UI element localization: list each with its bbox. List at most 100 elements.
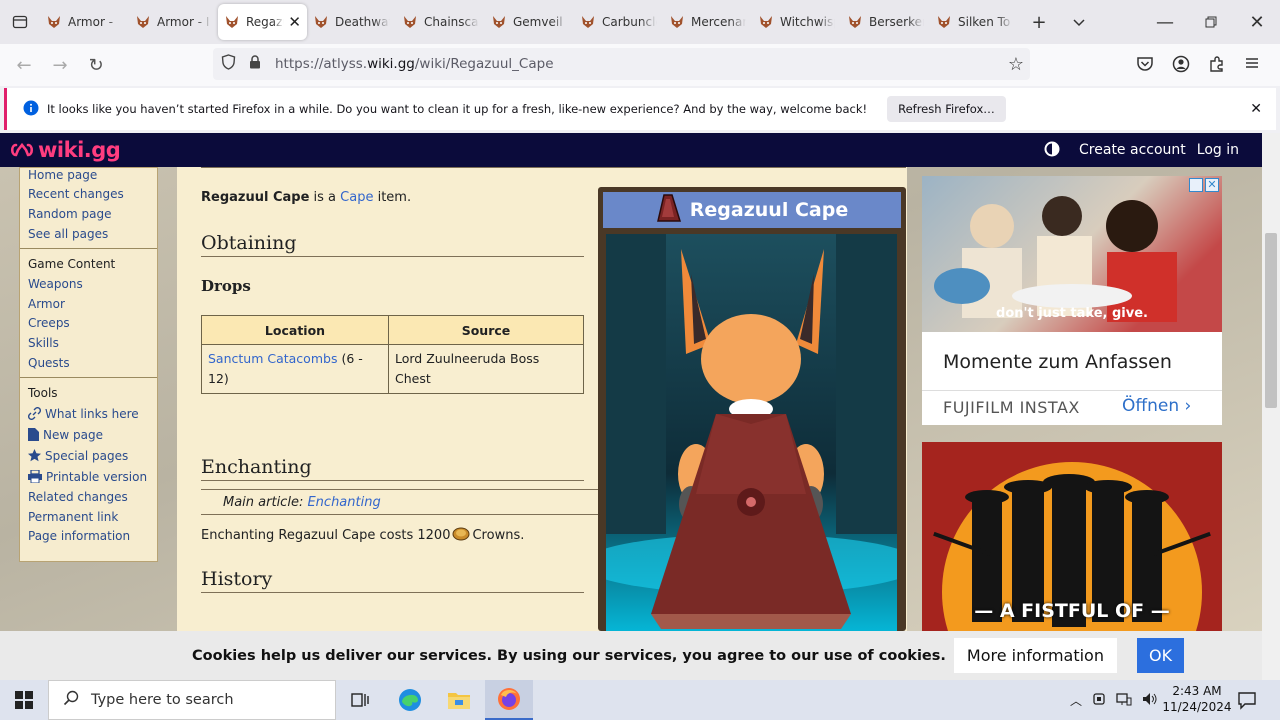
sidebar-item-tools-6[interactable]: Page information bbox=[20, 527, 157, 547]
file-explorer-icon[interactable] bbox=[435, 680, 483, 720]
tray-device-icon[interactable] bbox=[1092, 692, 1106, 709]
menu-hamburger-icon[interactable] bbox=[1244, 55, 1260, 76]
restore-button[interactable] bbox=[1188, 0, 1234, 44]
tab-4[interactable]: Chainscale bbox=[396, 4, 485, 40]
ad-fistful[interactable]: — A FISTFUL OF — bbox=[922, 442, 1222, 631]
network-icon[interactable] bbox=[1116, 692, 1132, 709]
sidebar-item-label: Related changes bbox=[28, 490, 128, 505]
bookmark-star-icon[interactable]: ☆ bbox=[1008, 54, 1024, 75]
sidebar-heading-game: Game Content bbox=[28, 257, 116, 272]
sidebar-item-tools-4[interactable]: Related changes bbox=[20, 487, 157, 507]
tab-5[interactable]: Gemveil bbox=[485, 4, 574, 40]
intro-paragraph: Regazuul Cape is a Cape item. bbox=[201, 190, 411, 205]
tab-1[interactable]: Armor - I bbox=[129, 4, 218, 40]
tab-7[interactable]: Mercenary bbox=[663, 4, 752, 40]
fox-favicon-icon bbox=[491, 14, 507, 30]
sidebar-item-tools-1[interactable]: New page bbox=[20, 424, 157, 445]
sidebar-item-game-3[interactable]: Skills bbox=[20, 333, 157, 353]
ad-cta-button[interactable]: Öffnen › bbox=[1122, 396, 1191, 416]
ad-fujifilm[interactable]: don't just take, give. ✕ Momente zum Anf… bbox=[922, 176, 1222, 425]
shield-icon[interactable] bbox=[221, 54, 237, 74]
tab-8[interactable]: Witchwisp bbox=[752, 4, 841, 40]
pocket-icon[interactable] bbox=[1136, 55, 1154, 76]
intro-end: item. bbox=[373, 190, 412, 205]
forward-arrow-icon[interactable]: → bbox=[42, 47, 78, 83]
enchanting-link[interactable]: Enchanting bbox=[307, 495, 380, 510]
notification-text: It looks like you haven’t started Firefo… bbox=[47, 102, 868, 116]
sidebar-item-tools-0[interactable]: What links here bbox=[20, 403, 157, 424]
edge-icon[interactable] bbox=[386, 680, 434, 720]
theme-toggle-icon[interactable] bbox=[1043, 140, 1061, 161]
drops-table: Location Source Sanctum Catacombs (6 - 1… bbox=[201, 315, 584, 394]
intro-bold: Regazuul Cape bbox=[201, 190, 310, 205]
cookie-text: Cookies help us deliver our services. By… bbox=[192, 647, 946, 664]
tray-chevron-up-icon[interactable]: ︿ bbox=[1070, 692, 1082, 709]
tab-6[interactable]: Carbuncle bbox=[574, 4, 663, 40]
sidebar-item-label: See all pages bbox=[28, 226, 109, 241]
tab-2[interactable]: Regazuul ✕ bbox=[218, 4, 307, 40]
fox-favicon-icon bbox=[669, 14, 685, 30]
close-tab-icon[interactable]: ✕ bbox=[288, 13, 301, 31]
tab-10[interactable]: Silken To bbox=[930, 4, 1019, 40]
taskbar-clock[interactable]: 2:43 AM 11/24/2024 bbox=[1160, 683, 1234, 715]
cape-link[interactable]: Cape bbox=[340, 190, 373, 205]
volume-icon[interactable] bbox=[1142, 692, 1158, 709]
crown-coin-icon bbox=[452, 525, 470, 545]
sidebar-item-tools-5[interactable]: Permanent link bbox=[20, 507, 157, 527]
create-account-link[interactable]: Create account bbox=[1079, 142, 1186, 158]
sidebar-item-tools-3[interactable]: Printable version bbox=[20, 466, 157, 487]
fox-favicon-icon bbox=[135, 14, 151, 30]
taskbar-search-input[interactable]: Type here to search bbox=[48, 680, 336, 720]
list-tabs-chevron-icon[interactable] bbox=[1059, 0, 1099, 44]
sidebar-item-game-1[interactable]: Armor bbox=[20, 294, 157, 314]
back-arrow-icon[interactable]: ← bbox=[6, 47, 42, 83]
cape-render-image bbox=[606, 234, 897, 634]
url-bar[interactable]: https://atlyss.wiki.gg/wiki/Regazuul_Cap… bbox=[213, 48, 1030, 80]
notifications-icon[interactable] bbox=[1237, 690, 1257, 713]
more-information-button[interactable]: More information bbox=[953, 638, 1117, 673]
infobox: Regazuul Cape bbox=[598, 187, 906, 634]
login-link[interactable]: Log in bbox=[1197, 142, 1239, 158]
page-scrollbar[interactable] bbox=[1262, 133, 1280, 680]
sidebar-item-game-2[interactable]: Creeps bbox=[20, 314, 157, 334]
sidebar-item-nav-0[interactable]: Home page bbox=[20, 165, 157, 185]
sidebar-item-nav-1[interactable]: Recent changes bbox=[20, 185, 157, 205]
account-icon[interactable] bbox=[1172, 55, 1190, 76]
sidebar-item-game-0[interactable]: Weapons bbox=[20, 274, 157, 294]
sidebar-item-label: New page bbox=[43, 427, 103, 442]
infobox-title: Regazuul Cape bbox=[603, 192, 901, 228]
fox-favicon-icon bbox=[847, 14, 863, 30]
enchant-cost-post: Crowns. bbox=[472, 527, 525, 543]
minimize-button[interactable]: — bbox=[1142, 0, 1188, 44]
tab-0[interactable]: Armor - bbox=[40, 4, 129, 40]
wiki-gg-logo[interactable]: wiki.gg bbox=[10, 138, 121, 162]
sidebar-item-game-4[interactable]: Quests bbox=[20, 353, 157, 373]
sidebar-item-label: Home page bbox=[28, 167, 98, 182]
tab-9[interactable]: Berserker bbox=[841, 4, 930, 40]
sidebar-item-label: Special pages bbox=[45, 448, 129, 463]
sidebar-item-nav-2[interactable]: Random page bbox=[20, 204, 157, 224]
close-notification-icon[interactable]: ✕ bbox=[1250, 101, 1262, 117]
refresh-firefox-button[interactable]: Refresh Firefox… bbox=[887, 96, 1006, 122]
reload-icon[interactable]: ↻ bbox=[78, 47, 114, 83]
main-article-label: Main article: bbox=[223, 495, 308, 510]
clock-time: 2:43 AM bbox=[1172, 684, 1222, 698]
scrollbar-thumb[interactable] bbox=[1265, 233, 1277, 408]
lock-icon[interactable] bbox=[249, 55, 263, 73]
sidebar-item-nav-3[interactable]: See all pages bbox=[20, 224, 157, 244]
sanctum-catacombs-link[interactable]: Sanctum Catacombs bbox=[208, 351, 337, 366]
cookie-ok-button[interactable]: OK bbox=[1136, 638, 1185, 673]
new-tab-button[interactable]: + bbox=[1019, 0, 1059, 44]
enchant-cost-text: Enchanting Regazuul Cape costs 1200 Crow… bbox=[201, 525, 524, 545]
extensions-icon[interactable] bbox=[1208, 55, 1226, 76]
windows-start-icon[interactable] bbox=[0, 680, 48, 720]
close-window-button[interactable]: ✕ bbox=[1234, 0, 1280, 44]
tab-3[interactable]: Deathwatch bbox=[307, 4, 396, 40]
search-placeholder: Type here to search bbox=[91, 692, 234, 708]
task-view-icon[interactable] bbox=[336, 680, 384, 720]
search-icon bbox=[63, 690, 79, 710]
ad-choices-icon[interactable]: ✕ bbox=[1189, 178, 1219, 192]
tab-overview-icon[interactable] bbox=[0, 0, 40, 44]
firefox-taskbar-icon[interactable] bbox=[485, 680, 533, 720]
sidebar-item-tools-2[interactable]: Special pages bbox=[20, 445, 157, 466]
